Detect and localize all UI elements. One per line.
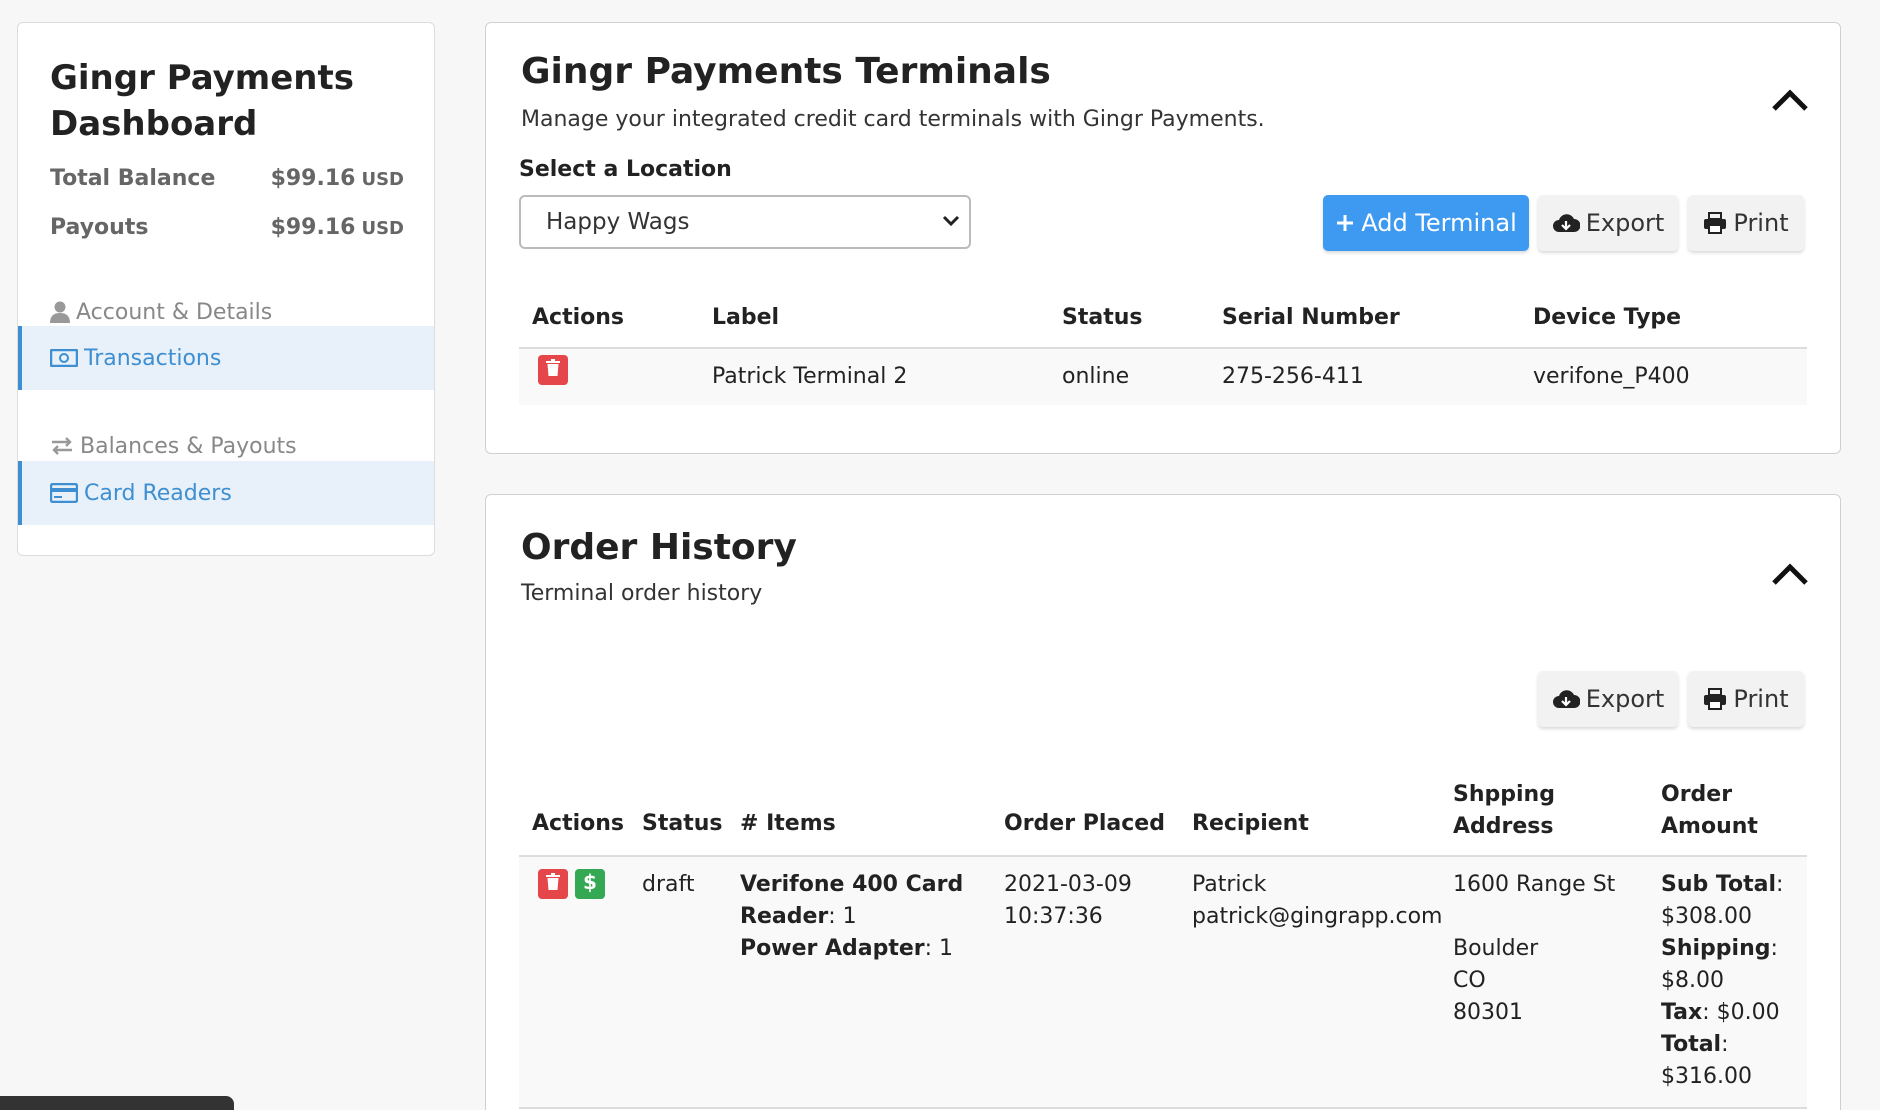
- bottom-overlay-tab[interactable]: [0, 1096, 234, 1110]
- user-icon: [50, 301, 70, 323]
- delete-order-button[interactable]: [538, 869, 568, 899]
- location-label: Select a Location: [519, 157, 732, 182]
- location-select-value: Happy Wags: [546, 209, 690, 235]
- col-items: # Items: [740, 811, 836, 836]
- print-button[interactable]: Print: [1688, 195, 1804, 251]
- total-balance-row: Total Balance $99.16 USD: [50, 163, 404, 193]
- credit-card-icon: [50, 483, 78, 503]
- printer-icon: [1703, 688, 1727, 710]
- terminal-status: online: [1062, 364, 1130, 389]
- order-history-subtitle: Terminal order history: [521, 581, 763, 606]
- col-order-placed: Order Placed: [1004, 811, 1165, 836]
- col-actions: Actions: [532, 811, 624, 836]
- order-placed: 2021-03-09 10:37:36: [1004, 872, 1132, 929]
- trash-icon: [545, 359, 561, 381]
- sidebar-item-label: Account & Details: [76, 299, 273, 325]
- col-shipping-address: Shpping Address: [1453, 782, 1555, 839]
- order-amount: Sub Total: $308.00 Shipping: $8.00 Tax: …: [1661, 872, 1784, 1089]
- exchange-icon: [50, 436, 74, 456]
- export-button[interactable]: Export: [1538, 671, 1678, 727]
- money-icon: [50, 349, 78, 367]
- terminal-device-type: verifone_P400: [1533, 364, 1690, 389]
- svg-text:$: $: [583, 871, 597, 893]
- printer-icon: [1703, 212, 1727, 234]
- collapse-chevron-icon[interactable]: [1770, 85, 1810, 115]
- sidebar-item-label: Balances & Payouts: [80, 433, 297, 459]
- col-label: Label: [712, 305, 780, 330]
- col-recipient: Recipient: [1192, 811, 1309, 836]
- col-serial: Serial Number: [1222, 305, 1400, 330]
- chevron-down-icon: [941, 211, 961, 237]
- terminals-card: Gingr Payments Terminals Manage your int…: [485, 22, 1841, 454]
- order-status: draft: [642, 872, 695, 897]
- col-device-type: Device Type: [1533, 305, 1682, 330]
- cloud-download-icon: [1552, 688, 1580, 710]
- terminal-serial: 275-256-411: [1222, 364, 1364, 389]
- add-terminal-button[interactable]: Add Terminal: [1323, 195, 1529, 251]
- pay-order-button[interactable]: $: [575, 869, 605, 899]
- trash-icon: [545, 873, 561, 895]
- payouts-label: Payouts: [50, 214, 149, 240]
- collapse-chevron-icon[interactable]: [1770, 559, 1810, 589]
- cloud-download-icon: [1552, 212, 1580, 234]
- order-shipping-address: 1600 Range St Boulder CO 80301: [1453, 872, 1616, 1025]
- col-order-amount: Order Amount: [1661, 782, 1758, 839]
- dashboard-title: Gingr Payments Dashboard: [50, 58, 354, 144]
- dollar-icon: $: [582, 870, 598, 897]
- export-button[interactable]: Export: [1538, 195, 1678, 251]
- col-actions: Actions: [532, 305, 624, 330]
- location-select[interactable]: Happy Wags: [519, 195, 971, 249]
- sidebar-item-label: Transactions: [84, 345, 222, 371]
- payouts-row: Payouts $99.16 USD: [50, 212, 404, 242]
- table-divider: [519, 1107, 1807, 1109]
- order-history-title: Order History: [521, 527, 797, 568]
- sidebar-item-card-readers[interactable]: Card Readers: [18, 461, 434, 525]
- order-recipient: Patrick patrick@gingrapp.com: [1192, 872, 1443, 929]
- order-history-card: Order History Terminal order history Exp…: [485, 494, 1841, 1110]
- total-balance-currency: USD: [361, 168, 404, 190]
- terminal-label: Patrick Terminal 2: [712, 364, 908, 389]
- payouts-currency: USD: [361, 217, 404, 239]
- total-balance-amount: $99.16: [270, 165, 356, 191]
- terminals-title: Gingr Payments Terminals: [521, 51, 1051, 92]
- total-balance-label: Total Balance: [50, 165, 216, 191]
- col-status: Status: [642, 811, 723, 836]
- terminals-subtitle: Manage your integrated credit card termi…: [521, 107, 1265, 132]
- col-status: Status: [1062, 305, 1143, 330]
- sidebar: Gingr Payments Dashboard Total Balance $…: [17, 22, 435, 556]
- delete-terminal-button[interactable]: [538, 355, 568, 385]
- print-button[interactable]: Print: [1688, 671, 1804, 727]
- sidebar-item-label: Card Readers: [84, 480, 232, 506]
- plus-icon: [1335, 213, 1355, 233]
- payouts-amount: $99.16: [270, 214, 356, 240]
- sidebar-item-transactions[interactable]: Transactions: [18, 326, 434, 390]
- order-items: Verifone 400 Card Reader: 1 Power Adapte…: [740, 872, 964, 961]
